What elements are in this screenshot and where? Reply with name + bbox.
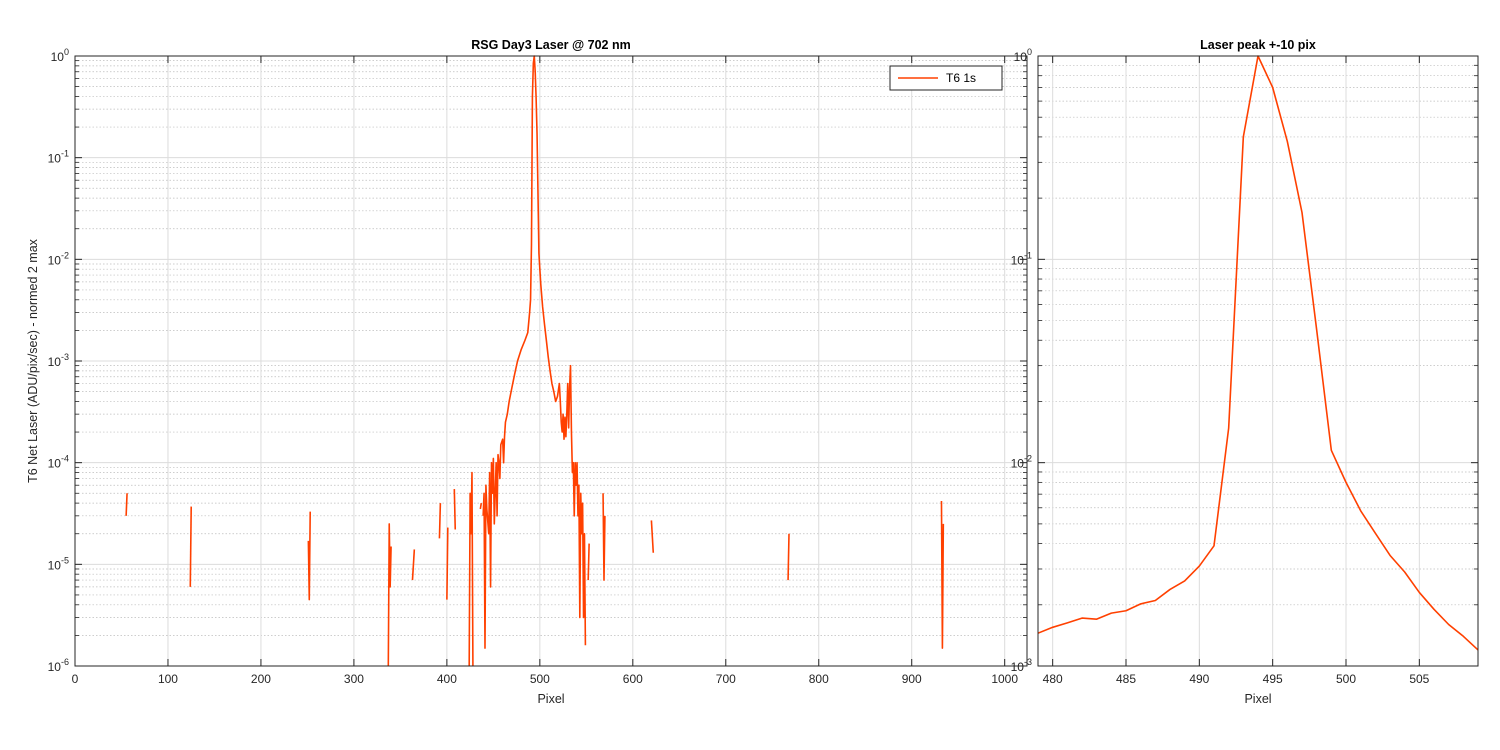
legend: T6 1s [889, 65, 1003, 91]
y-tick-base: 10 [51, 50, 65, 64]
y-tick-exponent: -6 [61, 657, 69, 667]
y-tick-exponent: -5 [61, 555, 69, 565]
series-segment [189, 506, 193, 587]
chart-title: RSG Day3 Laser @ 702 nm [471, 38, 631, 52]
x-tick-label: 0 [72, 672, 79, 686]
y-tick-base: 10 [48, 355, 62, 369]
series-segment [125, 493, 128, 516]
x-tick-label: 1000 [991, 672, 1018, 686]
y-tick-exponent: -4 [61, 454, 69, 464]
x-tick-label: 500 [530, 672, 550, 686]
y-tick-base: 10 [48, 457, 62, 471]
x-tick-label: 400 [437, 672, 457, 686]
x-tick-label: 480 [1043, 672, 1063, 686]
y-tick-base: 10 [1011, 660, 1025, 674]
y-tick-exponent: 0 [64, 47, 69, 57]
series-segment [453, 489, 457, 530]
y-tick-exponent: -1 [1024, 250, 1032, 260]
y-tick-base: 10 [1014, 50, 1028, 64]
y-tick-base: 10 [1011, 253, 1025, 267]
x-tick-label: 300 [344, 672, 364, 686]
main-spectrum-chart: 0 100 200 300 400 500 600 700 800 900 1000 10-610-… [26, 38, 1028, 706]
x-tick-label: 500 [1336, 672, 1356, 686]
x-tick-label: 200 [251, 672, 271, 686]
y-tick-exponent: -2 [61, 250, 69, 260]
series-segment [446, 527, 449, 600]
x-tick-label: 100 [158, 672, 178, 686]
x-tick-label: 700 [716, 672, 736, 686]
y-tick-base: 10 [48, 660, 62, 674]
y-tick-exponent: -2 [1024, 454, 1032, 464]
y-tick-base: 10 [1011, 457, 1025, 471]
y-tick-exponent: -3 [61, 352, 69, 362]
series-segment [587, 543, 590, 581]
x-axis-label: Pixel [1244, 692, 1271, 706]
x-tick-label: 900 [902, 672, 922, 686]
x-tick-label: 495 [1263, 672, 1283, 686]
x-tick-label: 600 [623, 672, 643, 686]
y-tick-exponent: 0 [1027, 47, 1032, 57]
figure: 0 100 200 300 400 500 600 700 800 900 1000 10-610-… [0, 0, 1500, 750]
legend-entry: T6 1s [946, 71, 976, 85]
laser-peak-chart: 480 485 490 495 500 505 10-310-210-1100 Laser… [1011, 38, 1479, 706]
x-axis-label: Pixel [537, 692, 564, 706]
y-tick-exponent: -1 [61, 149, 69, 159]
x-tick-label: 800 [809, 672, 829, 686]
y-tick-base: 10 [48, 253, 62, 267]
y-axis-label: T6 Net Laser (ADU/pix/sec) - normed 2 ma… [26, 238, 40, 483]
series-segment [438, 503, 442, 539]
y-tick-base: 10 [48, 152, 62, 166]
series-segment [787, 533, 790, 581]
x-tick-label: 485 [1116, 672, 1136, 686]
y-tick-exponent: -3 [1024, 657, 1032, 667]
series-segment [479, 502, 483, 510]
plot-area [1038, 56, 1478, 666]
chart-title: Laser peak +-10 pix [1200, 38, 1316, 52]
y-tick-base: 10 [48, 558, 62, 572]
x-tick-label: 490 [1189, 672, 1209, 686]
x-tick-label: 505 [1409, 672, 1429, 686]
